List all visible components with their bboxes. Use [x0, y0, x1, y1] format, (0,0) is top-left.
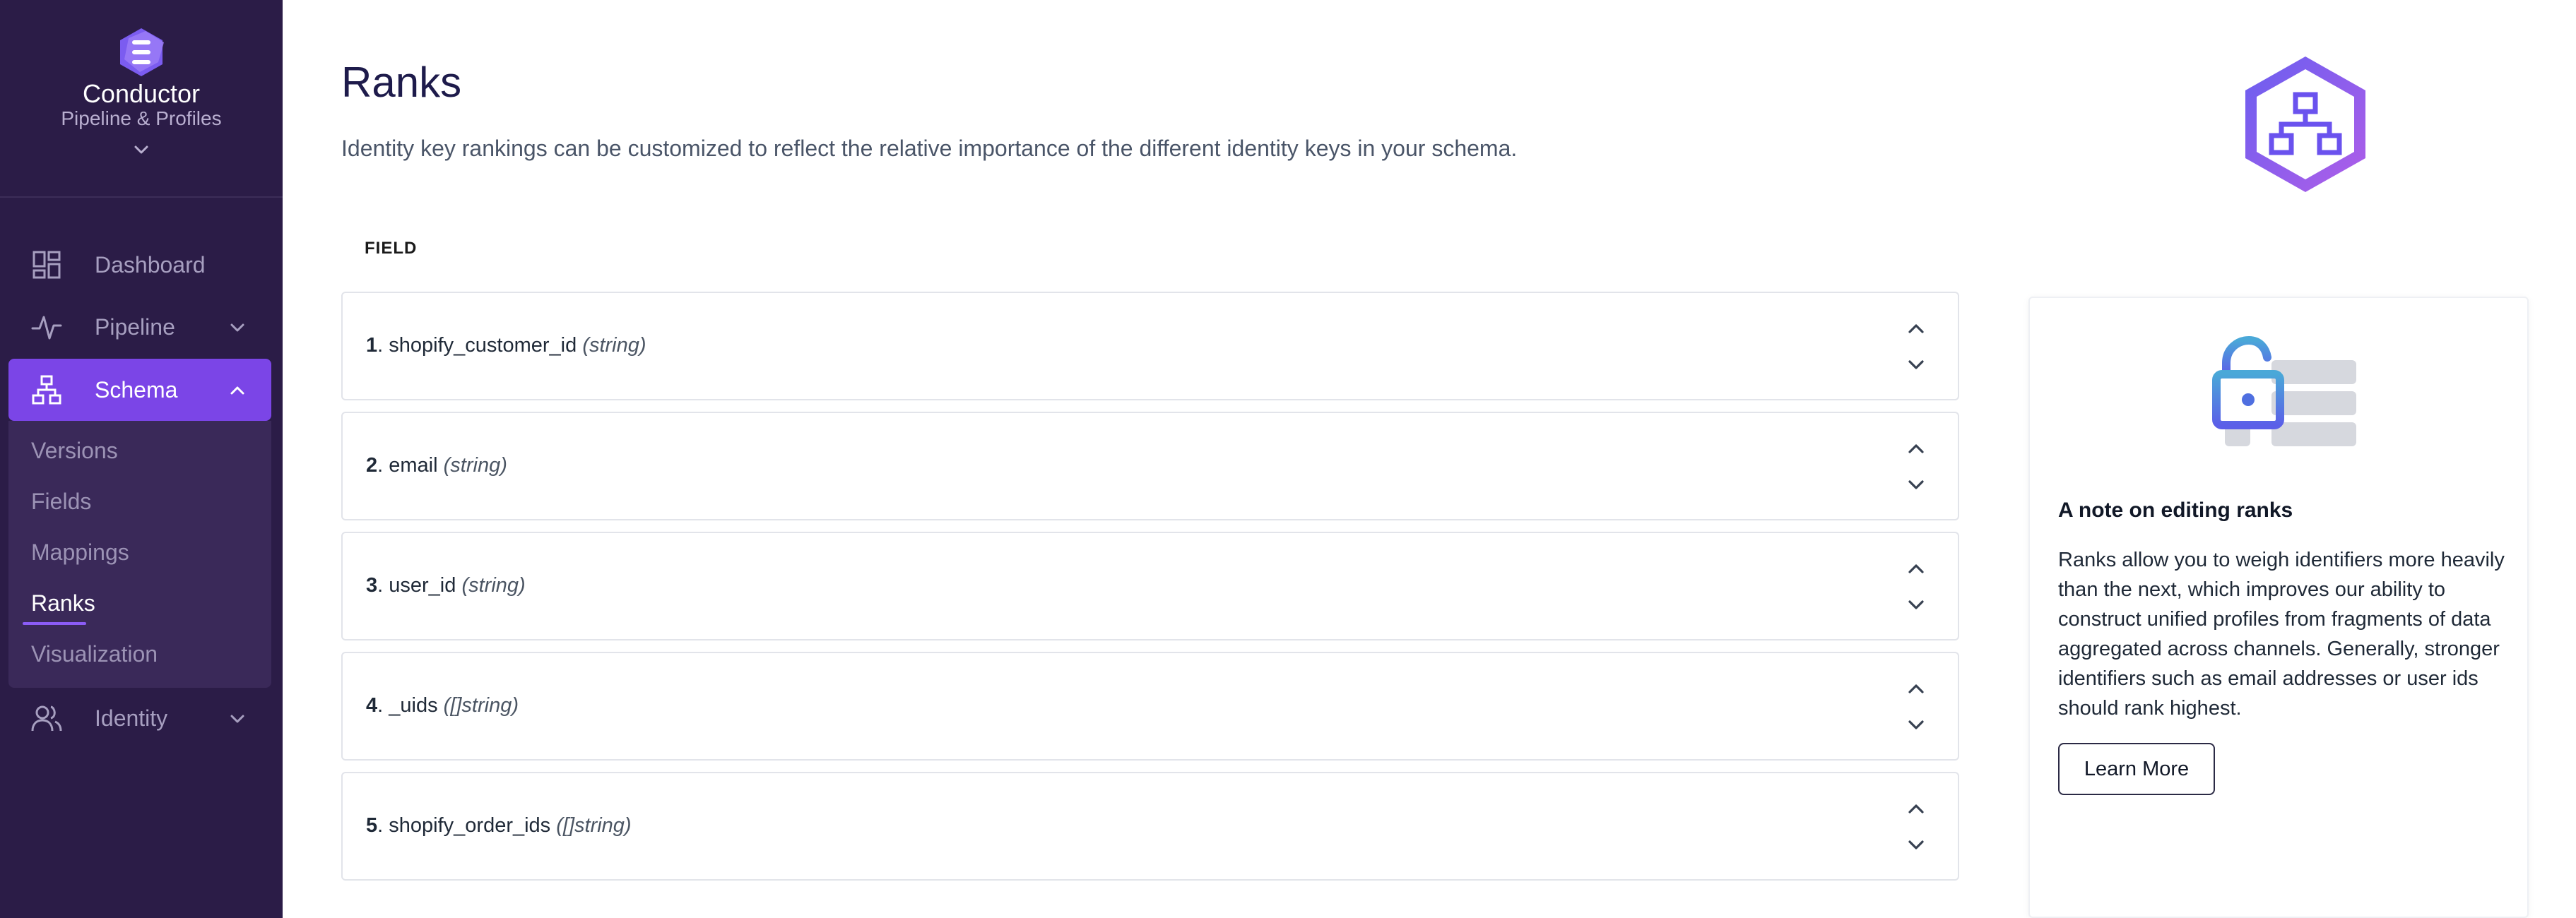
users-icon [31, 705, 62, 732]
field-type: ([]string) [556, 814, 632, 837]
move-down-chevron-icon[interactable] [1904, 472, 1928, 496]
rank-field: 4. _uids ([]string) [366, 694, 519, 717]
subnav-item-mappings[interactable]: Mappings [31, 540, 129, 566]
brand-subtitle: Pipeline & Profiles [61, 107, 222, 129]
rank-number: 2 [366, 454, 378, 477]
brand-name: Conductor [82, 79, 201, 108]
rank-field: 3. user_id (string) [366, 574, 526, 597]
move-up-chevron-icon[interactable] [1904, 797, 1928, 821]
rank-row[interactable]: 5. shopify_order_ids ([]string) [341, 772, 1959, 881]
sidebar-item-label: Identity [95, 705, 168, 731]
chevron-up-icon[interactable] [228, 381, 247, 400]
schema-hexagon-icon [2245, 56, 2365, 192]
rank-row[interactable]: 4. _uids ([]string) [341, 652, 1959, 761]
rank-row[interactable]: 2. email (string) [341, 412, 1959, 520]
field-name: shopify_order_ids [389, 814, 551, 837]
field-type: ([]string) [443, 694, 519, 717]
move-down-chevron-icon[interactable] [1904, 352, 1928, 376]
brand-header[interactable]: Conductor Pipeline & Profiles [0, 0, 283, 198]
note-title: A note on editing ranks [2058, 499, 2293, 522]
subnav-item-versions[interactable]: Versions [31, 438, 118, 464]
move-up-chevron-icon[interactable] [1904, 557, 1928, 581]
rank-field: 1. shopify_customer_id (string) [366, 334, 646, 357]
subnav-item-ranks[interactable]: Ranks [31, 590, 95, 616]
page-description: Identity key rankings can be customized … [341, 136, 1518, 161]
rank-field: 5. shopify_order_ids ([]string) [366, 814, 632, 837]
rank-number: 5 [366, 814, 378, 837]
schema-submenu: Versions Fields Mappings Ranks Visualiza… [8, 421, 271, 688]
sidebar-item-identity[interactable]: Identity [8, 687, 271, 749]
subnav-item-visualization[interactable]: Visualization [31, 641, 158, 667]
rank-number: 4 [366, 694, 378, 717]
grid-layout-icon [33, 251, 61, 279]
move-down-chevron-icon[interactable] [1904, 833, 1928, 857]
field-name: user_id [389, 574, 456, 597]
field-name: shopify_customer_id [389, 334, 577, 357]
sidebar-item-label: Schema [95, 377, 178, 403]
chevron-down-icon[interactable] [228, 709, 247, 729]
move-up-chevron-icon[interactable] [1904, 317, 1928, 341]
rank-number: 1 [366, 334, 378, 357]
sidebar-item-label: Pipeline [95, 314, 175, 340]
chevron-down-icon[interactable] [131, 140, 151, 160]
rank-row[interactable]: 1. shopify_customer_id (string) [341, 292, 1959, 400]
subnav-item-fields[interactable]: Fields [31, 489, 91, 515]
sidebar-item-pipeline[interactable]: Pipeline [8, 296, 271, 358]
sidebar-item-dashboard[interactable]: Dashboard [8, 234, 271, 296]
note-card: A note on editing ranks Ranks allow you … [2028, 297, 2529, 918]
locked-data-illustration-icon [2212, 335, 2356, 446]
sidebar-item-schema[interactable]: Schema [8, 359, 271, 421]
move-up-chevron-icon[interactable] [1904, 437, 1928, 461]
sidebar-item-label: Dashboard [95, 252, 206, 278]
chevron-down-icon[interactable] [228, 318, 247, 338]
hierarchy-icon [32, 375, 61, 405]
learn-more-button[interactable]: Learn More [2058, 743, 2215, 795]
field-name: _uids [389, 694, 438, 717]
page-title: Ranks [341, 59, 462, 106]
rank-field: 2. email (string) [366, 454, 507, 477]
layered-hexagon-logo-icon [120, 28, 164, 76]
sidebar: Conductor Pipeline & Profiles Dashboard … [0, 0, 283, 918]
field-type: (string) [461, 574, 526, 597]
rank-row[interactable]: 3. user_id (string) [341, 532, 1959, 640]
move-down-chevron-icon[interactable] [1904, 592, 1928, 616]
move-down-chevron-icon[interactable] [1904, 713, 1928, 737]
activity-pulse-icon [31, 316, 62, 340]
active-indicator [23, 622, 86, 625]
field-name: email [389, 454, 438, 477]
field-column-header: FIELD [365, 239, 418, 258]
move-up-chevron-icon[interactable] [1904, 677, 1928, 701]
field-type: (string) [443, 454, 507, 477]
field-type: (string) [582, 334, 646, 357]
note-body: Ranks allow you to weigh identifiers mor… [2058, 549, 2505, 720]
rank-number: 3 [366, 574, 378, 597]
